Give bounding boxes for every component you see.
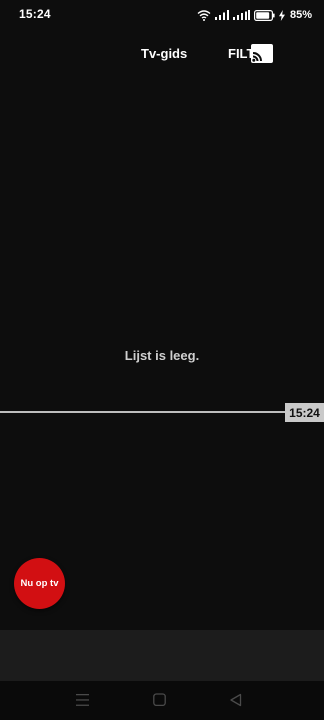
status-bar: 15:24 85% xyxy=(0,0,324,30)
top-bar: Tv-gids FILT xyxy=(0,30,324,78)
status-icons: 85% xyxy=(197,8,312,22)
signal-icon xyxy=(232,10,250,20)
tab-tv-guide[interactable]: Tv-gids xyxy=(141,46,187,61)
home-icon[interactable] xyxy=(153,693,166,712)
bottom-panel xyxy=(0,630,324,681)
system-nav-bar xyxy=(0,681,324,720)
empty-list-message: Lijst is leeg. xyxy=(124,348,200,363)
charging-icon xyxy=(278,9,285,21)
current-time-label: 15:24 xyxy=(285,403,324,422)
current-time-line xyxy=(0,411,286,413)
status-time: 15:24 xyxy=(19,7,51,21)
menu-icon[interactable] xyxy=(76,693,89,712)
wifi-icon xyxy=(197,9,211,21)
signal-icon xyxy=(214,10,229,20)
cast-icon[interactable] xyxy=(251,44,273,63)
back-icon[interactable] xyxy=(229,693,242,712)
battery-percent: 85% xyxy=(289,9,312,21)
now-on-tv-button[interactable]: Nu op tv xyxy=(14,558,65,609)
battery-icon xyxy=(253,9,275,21)
